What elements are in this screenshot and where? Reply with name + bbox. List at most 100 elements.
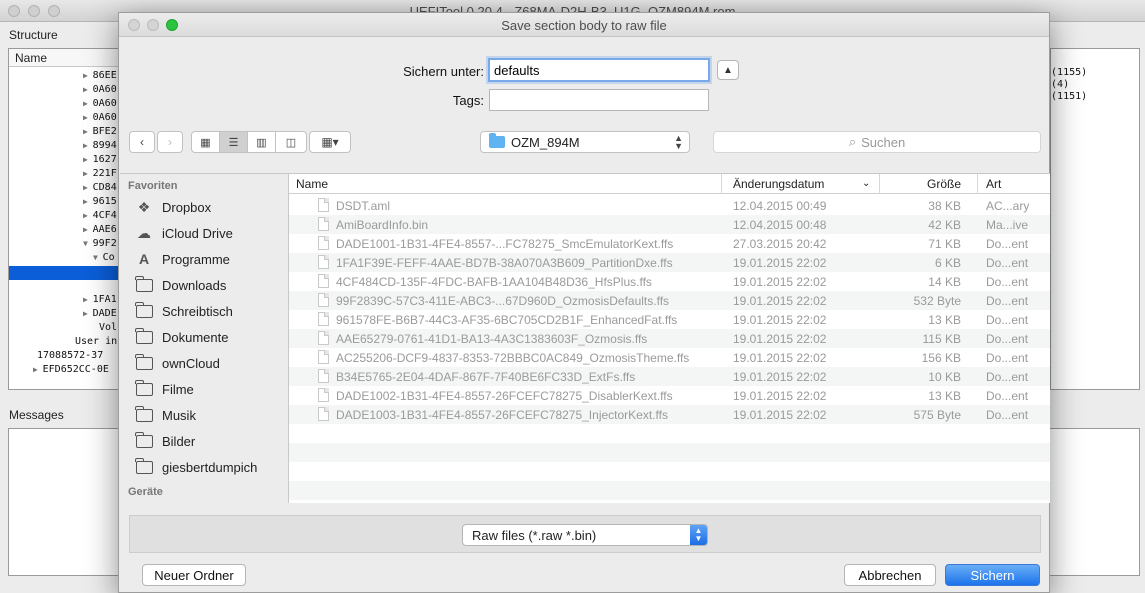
dialog-titlebar: Save section body to raw file [119, 13, 1049, 37]
column-divider[interactable] [879, 174, 880, 194]
file-format-popup[interactable]: Raw files (*.raw *.bin) ▲ ▼ [462, 524, 708, 546]
tree-row[interactable]: ▶ 1FA1 [83, 294, 117, 305]
arrange-button[interactable]: ▦▾ [309, 131, 351, 153]
file-row[interactable]: 99F2839C-57C3-411E-ABC3-...67D960D_Ozmos… [289, 291, 1050, 310]
disclosure-closed-icon[interactable]: ▶ [83, 85, 93, 94]
disclosure-closed-icon[interactable]: ▶ [83, 71, 93, 80]
tree-row[interactable]: User in [75, 336, 117, 347]
tree-row[interactable]: ▶ AAE6 [83, 224, 117, 235]
disclosure-closed-icon[interactable]: ▶ [83, 225, 93, 234]
document-icon [318, 198, 329, 212]
tree-row[interactable]: ▶ 9615 [83, 196, 117, 207]
column-divider[interactable] [977, 174, 978, 194]
tree-row-selected[interactable] [9, 266, 119, 280]
disclosure-closed-icon[interactable]: ▶ [83, 141, 93, 150]
messages-label: Messages [9, 408, 64, 422]
disclosure-closed-icon[interactable]: ▶ [83, 211, 93, 220]
sidebar-item-downloads[interactable]: Downloads [120, 272, 288, 298]
file-name: DADE1002-1B31-4FE4-8557-26FCEFC78275_Dis… [336, 389, 673, 403]
disclosure-closed-icon[interactable]: ▶ [83, 183, 93, 192]
file-row[interactable]: 1FA1F39E-FEFF-4AAE-BD7B-38A070A3B609_Par… [289, 253, 1050, 272]
tree-header-name[interactable]: Name [9, 49, 119, 67]
column-divider[interactable] [721, 174, 722, 194]
document-icon [318, 350, 329, 364]
column-header-date[interactable]: Änderungsdatum [733, 177, 824, 191]
sidebar-item-programme[interactable]: A Programme [120, 246, 288, 272]
tree-row[interactable]: ▶ DADE [83, 308, 117, 319]
file-kind: Do...ent [986, 389, 1029, 403]
tree-row[interactable]: ▶ 0A60 [83, 84, 117, 95]
file-row[interactable]: DADE1003-1B31-4FE4-8557-26FCEFC78275_Inj… [289, 405, 1050, 424]
column-view-button[interactable]: ▥ [248, 132, 276, 152]
tree-row[interactable]: ▶ 4CF4 [83, 210, 117, 221]
disclosure-closed-icon[interactable]: ▶ [83, 197, 93, 206]
tree-row-label: 0A60 [92, 98, 117, 109]
file-row[interactable]: AmiBoardInfo.bin 12.04.2015 00:48 42 KB Ma.… [289, 215, 1050, 234]
file-kind: Do...ent [986, 256, 1029, 270]
new-folder-button[interactable]: Neuer Ordner [142, 564, 246, 586]
disclosure-closed-icon[interactable]: ▶ [83, 127, 93, 136]
tree-row[interactable]: ▼ 99F2 [83, 238, 117, 249]
file-row[interactable]: B34E5765-2E04-4DAF-867F-7F40BE6FC33D_Ext… [289, 367, 1050, 386]
tree-row[interactable]: ▶ 0A60 [83, 112, 117, 123]
cancel-button[interactable]: Abbrechen [844, 564, 936, 586]
sidebar-item-musik[interactable]: Musik [120, 402, 288, 428]
tree-row[interactable]: ▶ 0A60 [83, 98, 117, 109]
back-button[interactable]: ‹ [129, 131, 155, 153]
sidebar-item-schreibtisch[interactable]: Schreibtisch [120, 298, 288, 324]
sidebar-item-giesbertdumpich[interactable]: giesbertdumpich [120, 454, 288, 480]
disclosure-closed-icon[interactable]: ▶ [83, 309, 93, 318]
tree-row-label: User in [75, 336, 118, 347]
columns-icon: ▥ [256, 136, 267, 149]
file-row[interactable]: 4CF484CD-135F-4FDC-BAFB-1AA104B48D36_Hfs… [289, 272, 1050, 291]
forward-button[interactable]: › [157, 131, 183, 153]
file-name: B34E5765-2E04-4DAF-867F-7F40BE6FC33D_Ext… [336, 370, 636, 384]
empty-row [289, 443, 1050, 462]
tree-row[interactable]: ▶ BFE2 [83, 126, 117, 137]
sidebar-item-filme[interactable]: Filme [120, 376, 288, 402]
tree-row[interactable]: ▶ 1627 [83, 154, 117, 165]
icon-view-button[interactable]: ▦ [192, 132, 220, 152]
tree-row[interactable]: ▶ 8994 [83, 140, 117, 151]
disclosure-open-icon[interactable]: ▼ [93, 253, 103, 262]
tree-row[interactable]: Volu [99, 322, 119, 333]
tree-row[interactable]: ▶ EFD652CC-0E [33, 364, 109, 375]
sidebar-item-icloud-drive[interactable]: ☁ iCloud Drive [120, 220, 288, 246]
file-row[interactable]: DADE1001-1B31-4FE4-8557-...FC78275_SmcEm… [289, 234, 1050, 253]
file-list-header: Name Änderungsdatum ⌄ Größe Art [289, 174, 1050, 194]
list-view-button[interactable]: ☰ [220, 132, 248, 152]
sidebar-item-dokumente[interactable]: Dokumente [120, 324, 288, 350]
file-row[interactable]: 961578FE-B6B7-44C3-AF35-6BC705CD2B1F_Enh… [289, 310, 1050, 329]
disclosure-open-icon[interactable]: ▼ [83, 239, 93, 248]
sidebar-item-dropbox[interactable]: ❖ Dropbox [120, 194, 288, 220]
structure-tree[interactable]: Name ▶ 86EE ▶ 0A60 ▶ 0A60 ▶ 0A60 ▶ BFE2 ▶ 899… [8, 48, 120, 390]
tree-row[interactable]: ▼ Co [93, 252, 115, 263]
column-header-kind[interactable]: Art [986, 177, 1001, 191]
file-row[interactable]: DADE1002-1B31-4FE4-8557-26FCEFC78275_Dis… [289, 386, 1050, 405]
column-header-size[interactable]: Größe [889, 177, 961, 191]
save-as-input[interactable] [488, 58, 710, 82]
tree-row[interactable]: ▶ 86EE [83, 70, 117, 81]
disclosure-closed-icon[interactable]: ▶ [83, 155, 93, 164]
file-row[interactable]: AAE65279-0761-41D1-BA13-4A3C1383603F_Ozm… [289, 329, 1050, 348]
sidebar-item-bilder[interactable]: Bilder [120, 428, 288, 454]
sort-chevron-icon[interactable]: ⌄ [862, 178, 870, 189]
search-field[interactable]: ⌕ Suchen [713, 131, 1041, 153]
tree-row[interactable]: 17088572-37 [37, 350, 103, 361]
location-popup[interactable]: OZM_894M ▲ ▼ [480, 131, 690, 153]
expand-dialog-button[interactable]: ▲ [717, 60, 739, 80]
disclosure-closed-icon[interactable]: ▶ [83, 169, 93, 178]
file-row[interactable]: DSDT.aml 12.04.2015 00:49 38 KB AC...ary [289, 196, 1050, 215]
disclosure-closed-icon[interactable]: ▶ [83, 295, 93, 304]
column-header-name[interactable]: Name [296, 177, 328, 191]
tags-input[interactable] [489, 89, 709, 111]
disclosure-closed-icon[interactable]: ▶ [33, 365, 43, 374]
coverflow-view-button[interactable]: ◫ [276, 132, 306, 152]
tree-row[interactable]: ▶ 221F [83, 168, 117, 179]
save-button[interactable]: Sichern [945, 564, 1040, 586]
disclosure-closed-icon[interactable]: ▶ [83, 99, 93, 108]
tree-row[interactable]: ▶ CD84 [83, 182, 117, 193]
disclosure-closed-icon[interactable]: ▶ [83, 113, 93, 122]
sidebar-item-owncloud[interactable]: ownCloud [120, 350, 288, 376]
file-row[interactable]: AC255206-DCF9-4837-8353-72BBBC0AC849_Ozm… [289, 348, 1050, 367]
